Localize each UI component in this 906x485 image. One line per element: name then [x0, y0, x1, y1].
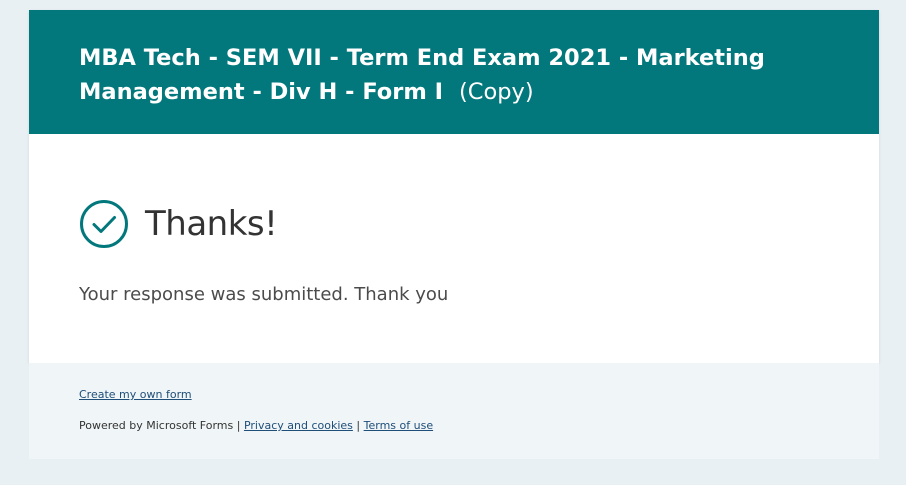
confirmation-heading: Thanks! [145, 204, 278, 244]
page: MBA Tech - SEM VII - Term End Exam 2021 … [0, 0, 906, 485]
confirmation-message: Your response was submitted. Thank you [79, 284, 449, 305]
powered-by-row: Powered by Microsoft Forms | Privacy and… [79, 419, 433, 432]
terms-of-use-link[interactable]: Terms of use [364, 419, 433, 432]
form-card: MBA Tech - SEM VII - Term End Exam 2021 … [29, 10, 879, 363]
form-header: MBA Tech - SEM VII - Term End Exam 2021 … [29, 10, 879, 134]
form-title-suffix: (Copy) [459, 79, 534, 105]
create-my-own-form-link[interactable]: Create my own form [79, 388, 192, 401]
footer-separator: | [356, 419, 361, 432]
powered-by-text: Powered by Microsoft Forms | [79, 419, 241, 432]
confirmation-heading-row: Thanks! [79, 199, 278, 249]
form-title-text: MBA Tech - SEM VII - Term End Exam 2021 … [79, 45, 765, 105]
privacy-and-cookies-link[interactable]: Privacy and cookies [244, 419, 353, 432]
checkmark-circle-icon [80, 200, 128, 248]
page-footer: Create my own form Powered by Microsoft … [29, 363, 879, 459]
form-title: MBA Tech - SEM VII - Term End Exam 2021 … [79, 41, 779, 109]
